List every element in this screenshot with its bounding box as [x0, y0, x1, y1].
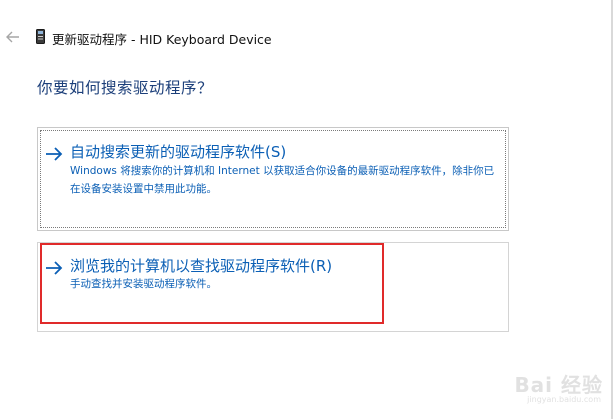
- arrow-right-icon: [45, 260, 63, 275]
- window-title: 更新驱动程序 - HID Keyboard Device: [52, 32, 272, 47]
- watermark-url: jingyan.baidu.com: [527, 395, 601, 404]
- option-description: Windows 将搜索你的计算机和 Internet 以获取适合你设备的最新驱动…: [70, 165, 495, 195]
- page-heading: 你要如何搜索驱动程序？: [37, 79, 214, 97]
- watermark-logo: Bai 经验: [514, 373, 603, 397]
- watermark: Bai 经验 jingyan.baidu.com: [493, 367, 605, 411]
- option-description: 手动查找并安装驱动程序软件。: [70, 278, 217, 290]
- keyboard-device-icon: [36, 29, 45, 44]
- browse-computer-option[interactable]: 浏览我的计算机以查找驱动程序软件(R) 手动查找并安装驱动程序软件。: [37, 242, 509, 332]
- title-bar: 更新驱动程序 - HID Keyboard Device: [0, 22, 560, 52]
- arrow-right-icon: [45, 146, 63, 161]
- option-title: 浏览我的计算机以查找驱动程序软件(R): [70, 257, 333, 275]
- option-title: 自动搜索更新的驱动程序软件(S): [70, 143, 287, 161]
- back-arrow-icon[interactable]: [2, 26, 24, 48]
- search-automatically-option[interactable]: 自动搜索更新的驱动程序软件(S) Windows 将搜索你的计算机和 Inter…: [37, 127, 509, 231]
